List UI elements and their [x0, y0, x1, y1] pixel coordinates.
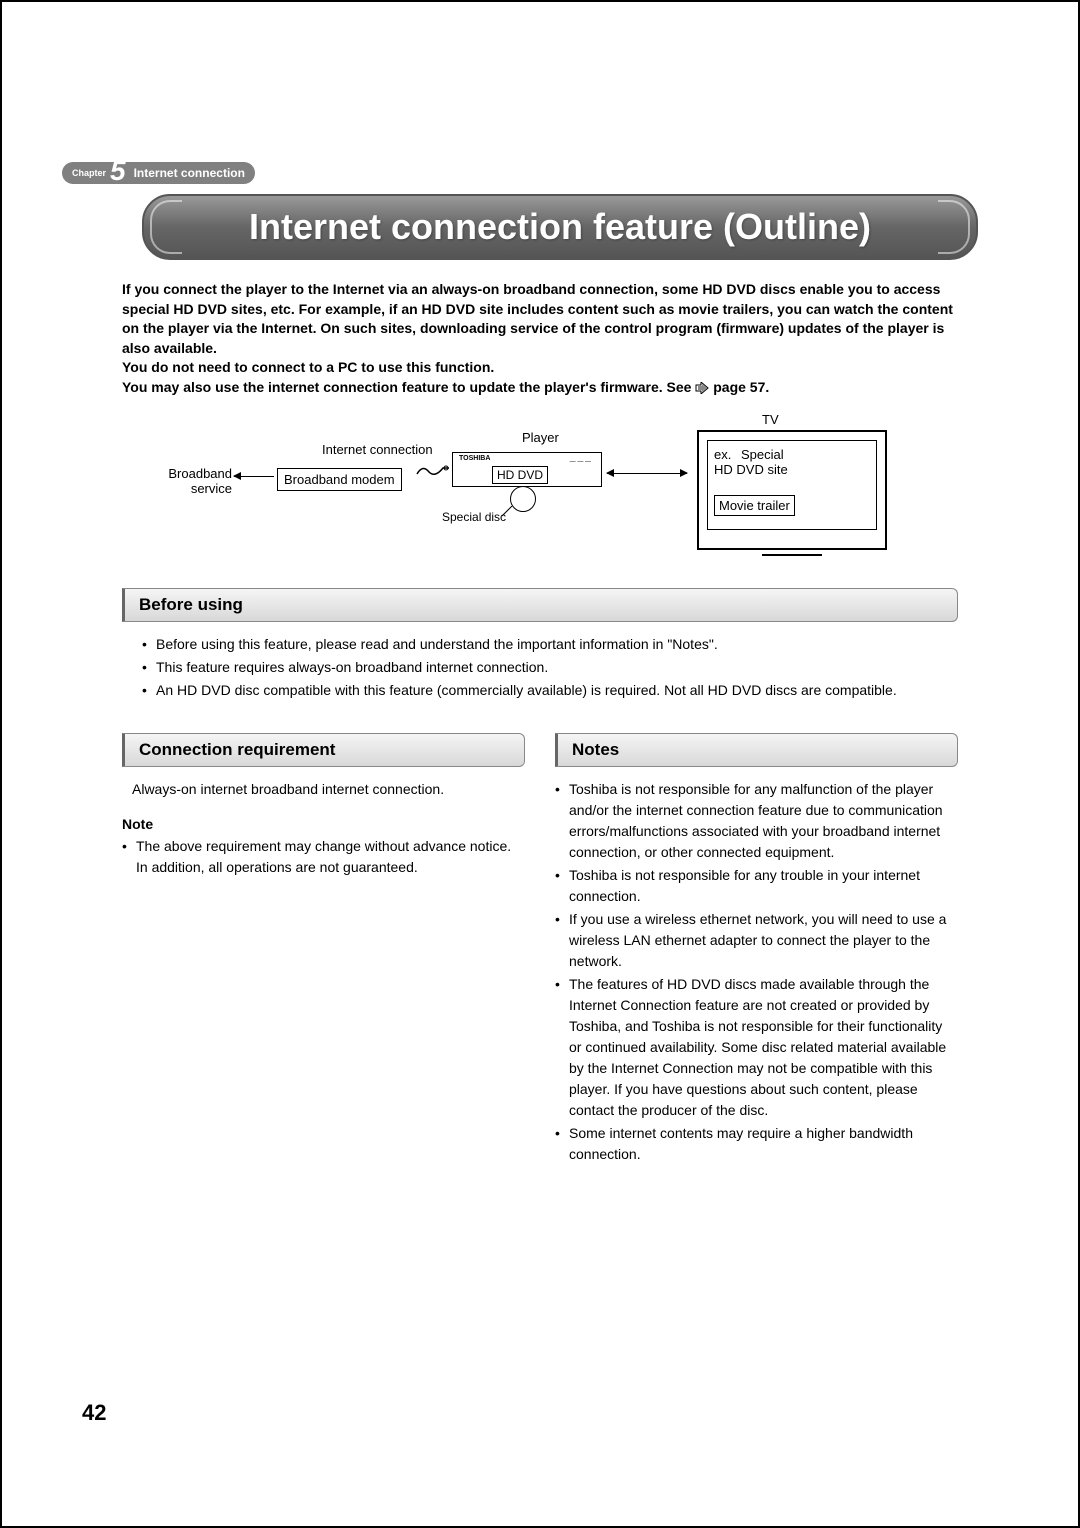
diagram-arrow-bidir: [607, 473, 687, 474]
page-number: 42: [82, 1400, 106, 1426]
before-using-list: Before using this feature, please read a…: [142, 634, 958, 701]
cable-icon: [415, 462, 451, 478]
diagram-tv-box: ex. SpecialHD DVD site Movie trailer: [697, 430, 887, 550]
list-item: This feature requires always-on broadban…: [142, 657, 958, 678]
title-banner: Internet connection feature (Outline): [142, 194, 978, 260]
diagram-hddvd-label: HD DVD: [492, 466, 548, 484]
chapter-bar: Chapter 5 Internet connection: [62, 162, 1018, 184]
diagram-tv-label: TV: [762, 412, 779, 427]
list-item: An HD DVD disc compatible with this feat…: [142, 680, 958, 701]
diagram-broadband-service: Broadband service: [142, 466, 232, 496]
chapter-label: Chapter: [72, 168, 106, 178]
page-title: Internet connection feature (Outline): [184, 206, 936, 248]
intro-p3: You may also use the internet connection…: [122, 378, 958, 398]
section-notes-header: Notes: [555, 733, 958, 767]
tv-screen: ex. SpecialHD DVD site Movie trailer: [707, 440, 877, 530]
diagram-modem-box: Broadband modem: [277, 468, 402, 491]
intro-p2: You do not need to connect to a PC to us…: [122, 358, 958, 378]
notes-list: Toshiba is not responsible for any malfu…: [555, 779, 958, 1165]
section-connection-req-header: Connection requirement: [122, 733, 525, 767]
page-ref-arrow-icon: [695, 382, 709, 394]
connection-req-text: Always-on internet broadband internet co…: [132, 779, 525, 800]
list-item: The features of HD DVD discs made availa…: [555, 974, 958, 1121]
section-before-using-header: Before using: [122, 588, 958, 622]
intro-text: If you connect the player to the Interne…: [122, 280, 958, 398]
list-item: Toshiba is not responsible for any malfu…: [555, 779, 958, 863]
list-item: The above requirement may change without…: [122, 836, 525, 878]
list-item: Before using this feature, please read a…: [142, 634, 958, 655]
col-notes: Notes Toshiba is not responsible for any…: [555, 717, 958, 1167]
chapter-title: Internet connection: [134, 166, 245, 180]
connection-diagram: Broadband service Internet connection Br…: [152, 418, 958, 558]
tv-stand-icon: [762, 548, 822, 556]
chapter-pill: Chapter 5 Internet connection: [62, 162, 255, 184]
note-label: Note: [122, 816, 525, 832]
col-connection-req: Connection requirement Always-on interne…: [122, 717, 525, 1167]
disc-pointer-line: [502, 506, 514, 518]
connection-req-note-list: The above requirement may change without…: [122, 836, 525, 878]
tv-ex: ex.: [714, 447, 731, 462]
diagram-arrow: [234, 476, 274, 477]
diagram-special-disc: Special disc: [442, 510, 506, 524]
chapter-number: 5: [110, 161, 126, 181]
diagram-internet-connection: Internet connection: [322, 442, 433, 457]
diagram-player-label: Player: [522, 430, 559, 445]
list-item: Toshiba is not responsible for any troub…: [555, 865, 958, 907]
list-item: If you use a wireless ethernet network, …: [555, 909, 958, 972]
list-item: Some internet contents may require a hig…: [555, 1123, 958, 1165]
intro-p1: If you connect the player to the Interne…: [122, 280, 958, 358]
tv-movie-trailer: Movie trailer: [714, 495, 795, 516]
